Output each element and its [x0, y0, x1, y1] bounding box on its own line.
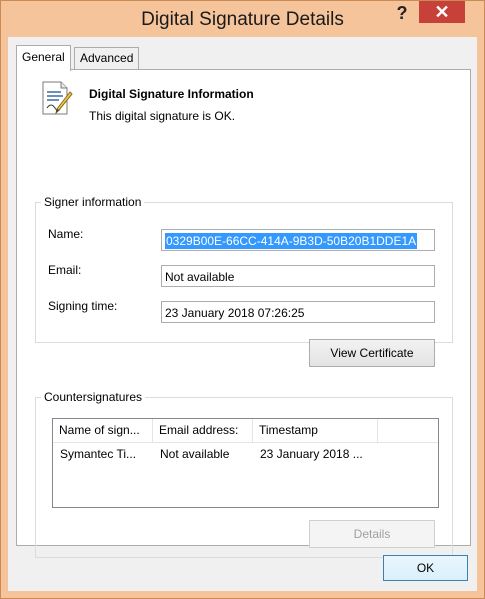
ok-button[interactable]: OK	[383, 555, 468, 581]
column-header-timestamp[interactable]: Timestamp	[253, 419, 378, 442]
signing-time-field[interactable]: 23 January 2018 07:26:25	[161, 301, 435, 323]
countersignatures-group: Countersignatures Name of sign... Email …	[35, 390, 453, 558]
signature-info-title: Digital Signature Information	[89, 87, 254, 101]
name-field[interactable]: 0329B00E-66CC-414A-9B3D-50B20B1DDE1A	[161, 229, 435, 251]
signature-status-text: This digital signature is OK.	[89, 109, 236, 123]
name-label: Name:	[48, 227, 84, 241]
email-field[interactable]: Not available	[161, 265, 435, 287]
row-signer-name: Symantec Ti...	[60, 447, 137, 461]
view-certificate-button[interactable]: View Certificate	[309, 339, 435, 367]
list-header: Name of sign... Email address: Timestamp	[53, 419, 438, 443]
dialog-window: Digital Signature Details ? ✕ General Ad…	[0, 0, 485, 599]
details-button[interactable]: Details	[309, 520, 435, 548]
general-tab-panel: Digital Signature Information This digit…	[16, 69, 471, 558]
certificate-document-icon	[42, 81, 73, 115]
close-button[interactable]: ✕	[419, 1, 465, 23]
countersignatures-legend: Countersignatures	[44, 390, 143, 404]
signing-time-label: Signing time:	[48, 299, 118, 313]
tab-advanced[interactable]: Advanced	[74, 47, 140, 69]
column-header-email[interactable]: Email address:	[153, 419, 253, 442]
signer-information-group: Signer information Name: 0329B00E-66CC-4…	[35, 195, 453, 367]
countersignatures-list[interactable]: Name of sign... Email address: Timestamp…	[52, 418, 439, 508]
row-email: Not available	[160, 447, 230, 461]
dialog-client-area: General Advanced Digital Signature Infor…	[8, 37, 477, 591]
help-button[interactable]: ?	[386, 1, 418, 25]
column-header-name[interactable]: Name of sign...	[53, 419, 153, 442]
signer-information-legend: Signer information	[44, 195, 142, 209]
email-label: Email:	[48, 263, 82, 277]
row-timestamp: 23 January 2018 ...	[260, 447, 363, 461]
title-bar[interactable]: Digital Signature Details ? ✕	[1, 1, 484, 37]
tab-general[interactable]: General	[16, 45, 71, 71]
name-value: 0329B00E-66CC-414A-9B3D-50B20B1DDE1A	[165, 233, 418, 249]
